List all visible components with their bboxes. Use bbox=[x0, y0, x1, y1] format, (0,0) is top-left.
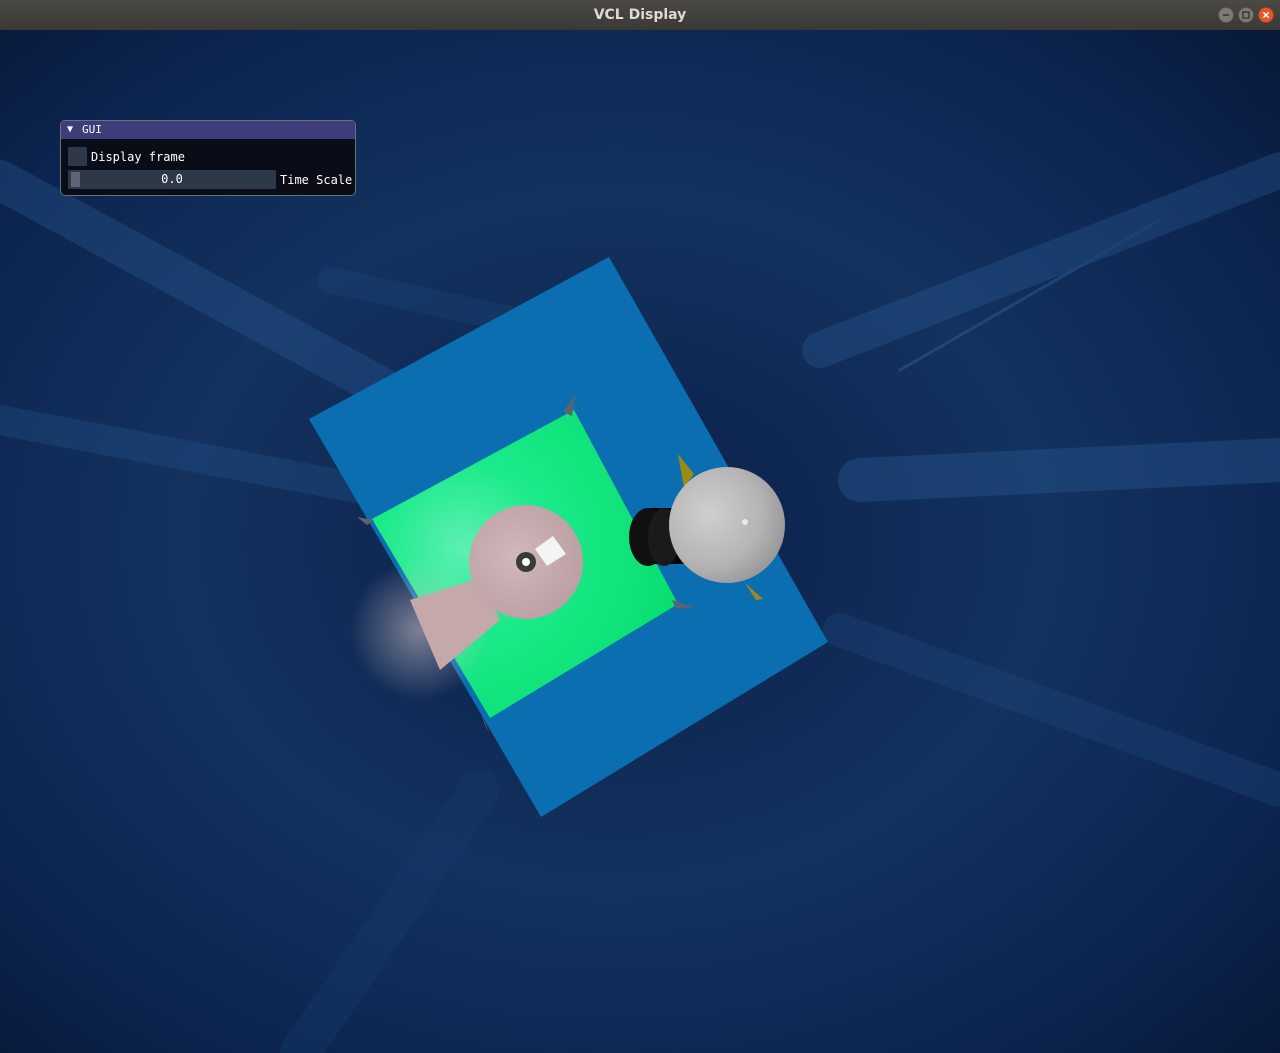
display-frame-checkbox[interactable] bbox=[68, 147, 87, 166]
3d-viewport[interactable]: ▼ GUI Display frame 0.0 Time Scale bbox=[0, 30, 1280, 1053]
collapse-triangle-icon[interactable]: ▼ bbox=[67, 124, 77, 136]
gui-title: GUI bbox=[82, 123, 102, 136]
time-scale-label: Time Scale bbox=[280, 173, 353, 187]
maximize-icon bbox=[1242, 11, 1250, 19]
maximize-button[interactable] bbox=[1238, 7, 1254, 23]
grey-wheel bbox=[669, 467, 785, 583]
display-frame-label: Display frame bbox=[91, 150, 185, 164]
gui-header[interactable]: ▼ GUI bbox=[61, 121, 355, 139]
grey-wheel-hub bbox=[742, 519, 748, 525]
minimize-icon bbox=[1222, 14, 1230, 16]
minimize-button[interactable] bbox=[1218, 7, 1234, 23]
target-ring-center bbox=[522, 558, 530, 566]
time-scale-slider[interactable]: 0.0 bbox=[68, 170, 276, 189]
window-titlebar[interactable]: VCL Display bbox=[0, 0, 1280, 31]
app-window: VCL Display ▼ GUI Display frame 0.0 Time… bbox=[0, 0, 1280, 1053]
window-title: VCL Display bbox=[593, 7, 687, 23]
time-scale-value: 0.0 bbox=[161, 172, 183, 186]
close-button[interactable] bbox=[1258, 7, 1274, 23]
close-icon bbox=[1262, 11, 1270, 19]
gui-panel[interactable]: ▼ GUI Display frame 0.0 Time Scale bbox=[60, 120, 356, 196]
